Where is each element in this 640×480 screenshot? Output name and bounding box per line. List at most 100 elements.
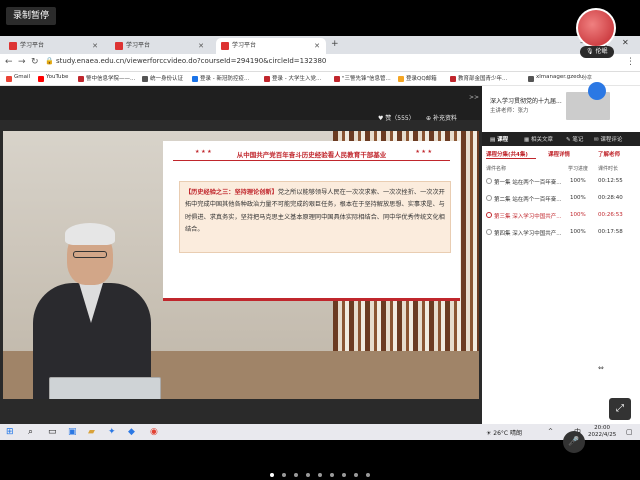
page-dot[interactable] [318, 473, 322, 477]
browser-tab-1[interactable]: 学习平台 ✕ [4, 38, 104, 54]
bookmark-auth[interactable]: 统一身份认证 [142, 74, 183, 82]
browser-tab-2[interactable]: 学习平台 ✕ [110, 38, 210, 54]
col-name: 课件名称 [486, 166, 507, 172]
plus-icon: ⊕ [426, 115, 433, 122]
play-status-icon [486, 178, 492, 184]
page-dot[interactable] [342, 473, 346, 477]
bookmark-moe[interactable]: 教育部金国青少年... [450, 74, 507, 82]
video-player[interactable]: ★ ★ ★ 从中国共产党百年奋斗历史经验看人民教育干部基业 ★ ★ ★ 【历史经… [3, 131, 479, 399]
lesson-row[interactable]: 第四集 深入学习中国共产... 100% 00:17:58 [482, 226, 640, 240]
user-name-badge[interactable]: 🎙 伦岷 [580, 46, 614, 58]
user-avatar[interactable] [576, 8, 616, 48]
speaker-glasses [73, 251, 107, 258]
bookmark-icon [78, 76, 84, 82]
notification-icon[interactable]: ▢ [626, 426, 633, 438]
col-duration: 课件时长 [598, 166, 619, 172]
page-dot[interactable] [354, 473, 358, 477]
collapse-panel-button[interactable]: >> [469, 94, 479, 101]
lecture-slide: ★ ★ ★ 从中国共产党百年奋斗历史经验看人民教育干部基业 ★ ★ ★ 【历史经… [163, 141, 460, 301]
lesson-name: 第一集 站在两个一百年奋... [494, 180, 562, 186]
lesson-progress: 100% [570, 178, 586, 184]
new-tab-icon[interactable]: + [331, 39, 339, 49]
lesson-row-current[interactable]: 第三集 深入学习中国共产... 100% 00:26:53 [482, 209, 640, 223]
subtab-episodes[interactable]: 课程分集(共4集) [486, 150, 528, 158]
site-favicon-icon [115, 42, 123, 50]
expand-arrow-icon[interactable]: ⇔ [598, 364, 604, 372]
bookmark-party[interactable]: 登录 - 大学生入党... [264, 74, 321, 82]
record-pause-button[interactable]: 录制暂停 [6, 7, 57, 25]
browser-tab-3-active[interactable]: 学习平台 ✕ [216, 38, 326, 54]
bookmark-icon [334, 76, 340, 82]
bookmark-xlmanager[interactable]: xlmanager.gzedu... [528, 74, 589, 82]
feishu-icon[interactable]: ✦ [108, 426, 116, 438]
slide-highlight: 【历史经验之三：坚持理论创新】 [185, 189, 278, 196]
task-view-icon[interactable]: ▭ [48, 426, 57, 438]
page-dot[interactable] [270, 473, 274, 477]
bookmark-covid[interactable]: 登录 - 新冠防控疫... [192, 74, 249, 82]
bookmark-icon [528, 76, 534, 82]
close-tab-icon[interactable]: ✕ [92, 38, 98, 54]
app-icon[interactable]: ▣ [68, 426, 77, 438]
supplement-link[interactable]: ⊕ 补充资料 [426, 113, 457, 122]
tab-notes[interactable]: ✎ 笔记 [566, 135, 583, 143]
meeting-icon[interactable]: ◆ [128, 426, 135, 438]
chrome-icon[interactable]: ◉ [150, 426, 158, 438]
forward-icon[interactable]: → [18, 57, 26, 67]
bookmark-youtube[interactable]: YouTube [38, 74, 68, 82]
url-input[interactable]: study.enaea.edu.cn/viewerforccvideo.do?c… [56, 57, 326, 65]
page-dot[interactable] [294, 473, 298, 477]
site-favicon-icon [221, 42, 229, 50]
windows-start-icon[interactable]: ⊞ [6, 426, 14, 438]
lesson-row[interactable]: 第二集 站在两个一百年奋... 100% 00:28:40 [482, 192, 640, 206]
back-icon[interactable]: ← [5, 57, 13, 67]
lesson-duration: 00:12:55 [598, 178, 623, 184]
tab-articles[interactable]: ▦ 相关文章 [524, 135, 553, 143]
laptop: ◦ [49, 377, 161, 399]
gmail-icon [6, 76, 12, 82]
lesson-duration: 00:28:40 [598, 195, 623, 201]
bookmark-college[interactable]: 警中信息学院——... [78, 74, 135, 82]
play-status-icon [486, 195, 492, 201]
fullscreen-icon[interactable]: ⤢ [609, 398, 631, 420]
lesson-duration: 00:26:53 [598, 212, 623, 218]
file-explorer-icon[interactable]: ▰ [88, 426, 95, 438]
search-icon[interactable]: ⌕ [28, 426, 33, 438]
weather[interactable]: ☀ 26°C 晴朗 [486, 428, 522, 437]
lock-icon[interactable]: 🔒 [45, 57, 54, 65]
course-title: 深入学习贯彻党的十九届... [490, 98, 562, 105]
play-status-icon [486, 229, 492, 235]
speaker-hair [65, 223, 115, 245]
close-tab-icon[interactable]: ✕ [198, 38, 204, 54]
page-dot[interactable] [306, 473, 310, 477]
tab-course[interactable]: ▤ 课程 [490, 135, 508, 143]
floating-app-icon[interactable] [588, 82, 606, 100]
like-count[interactable]: ♥ 赞（555） [378, 113, 415, 122]
subtab-teacher[interactable]: 了解老师 [598, 150, 620, 158]
screen: 录制暂停 学习平台 ✕ 学习平台 ✕ 学习平台 ✕ + – ▢ ✕ [0, 0, 640, 480]
slide-body: 【历史经验之三：坚持理论创新】党之所以能够领导人民在一次次求索、一次次挫折、一次… [185, 187, 449, 237]
lesson-name: 第二集 站在两个一百年奋... [494, 197, 562, 203]
address-bar: ← → ↻ 🔒 study.enaea.edu.cn/viewerforccvi… [0, 54, 640, 72]
clock[interactable]: 20:00 2022/4/25 [588, 425, 616, 439]
page-dot[interactable] [282, 473, 286, 477]
microphone-icon[interactable]: 🎤 [563, 431, 585, 453]
youtube-icon [38, 76, 44, 82]
tab-comments[interactable]: ✉ 课程评论 [594, 135, 622, 143]
site-favicon-icon [9, 42, 17, 50]
close-tab-icon[interactable]: ✕ [314, 38, 320, 54]
browser-window: 学习平台 ✕ 学习平台 ✕ 学习平台 ✕ + – ▢ ✕ ← → ↻ 🔒 stu… [0, 36, 640, 438]
menu-icon[interactable]: ⋮ [626, 57, 635, 67]
close-window-icon[interactable]: ✕ [622, 38, 629, 47]
lesson-row[interactable]: 第一集 站在两个一百年奋... 100% 00:12:55 [482, 175, 640, 189]
page-dot[interactable] [330, 473, 334, 477]
bookmark-sanjing[interactable]: "三警先锋"信息管... [334, 74, 391, 82]
article-icon: ▦ [524, 137, 531, 143]
side-tabs: ▤ 课程 ▦ 相关文章 ✎ 笔记 ✉ 课程评论 [482, 132, 640, 146]
bookmark-gmail[interactable]: Gmail [6, 74, 30, 82]
tray-arrow-icon[interactable]: ^ [548, 426, 553, 438]
lesson-table-header: 课件名称 学习进度 课件时长 [482, 163, 640, 173]
page-dot[interactable] [366, 473, 370, 477]
bookmark-qqmail[interactable]: 登录QQ邮箱 [398, 74, 437, 82]
subtab-details[interactable]: 课程详情 [548, 150, 570, 158]
reload-icon[interactable]: ↻ [31, 57, 39, 67]
